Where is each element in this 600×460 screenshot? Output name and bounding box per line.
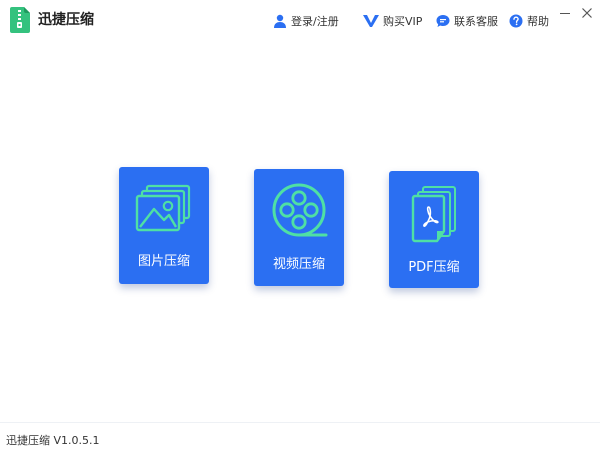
user-icon [274,14,286,28]
buy-vip-link[interactable]: 购买VIP [363,12,422,30]
film-reel-icon [272,183,328,237]
vip-v-icon [363,15,379,27]
minimize-icon[interactable] [558,6,572,20]
zip-file-icon [10,7,30,33]
version-text: 迅捷压缩 V1.0.5.1 [6,434,100,447]
video-compress-card[interactable]: 视频压缩 [254,169,344,286]
video-compress-label: 视频压缩 [272,257,325,272]
app-title: 迅捷压缩 [38,12,94,28]
close-icon[interactable] [580,6,594,20]
image-stack-icon [135,184,191,232]
help-label: 帮助 [527,15,549,28]
contact-support-label: 联系客服 [454,15,498,28]
image-compress-card[interactable]: 图片压缩 [119,167,209,284]
login-register-label: 登录/注册 [291,15,339,28]
footer-divider [0,422,600,423]
help-link[interactable]: 帮助 [509,12,549,30]
contact-support-link[interactable]: 联系客服 [436,12,498,30]
login-register-link[interactable]: 登录/注册 [273,12,339,30]
image-compress-label: 图片压缩 [137,254,190,269]
pdf-compress-label: PDF压缩 [408,260,460,275]
pdf-compress-card[interactable]: PDF压缩 [389,171,479,288]
title-bar: 迅捷压缩 登录/注册 购买VIP 联系客服 帮助 [0,0,600,42]
buy-vip-label: 购买VIP [383,15,423,28]
question-circle-icon [509,14,523,28]
chat-bubble-icon [436,15,450,27]
pdf-document-icon [411,186,456,243]
